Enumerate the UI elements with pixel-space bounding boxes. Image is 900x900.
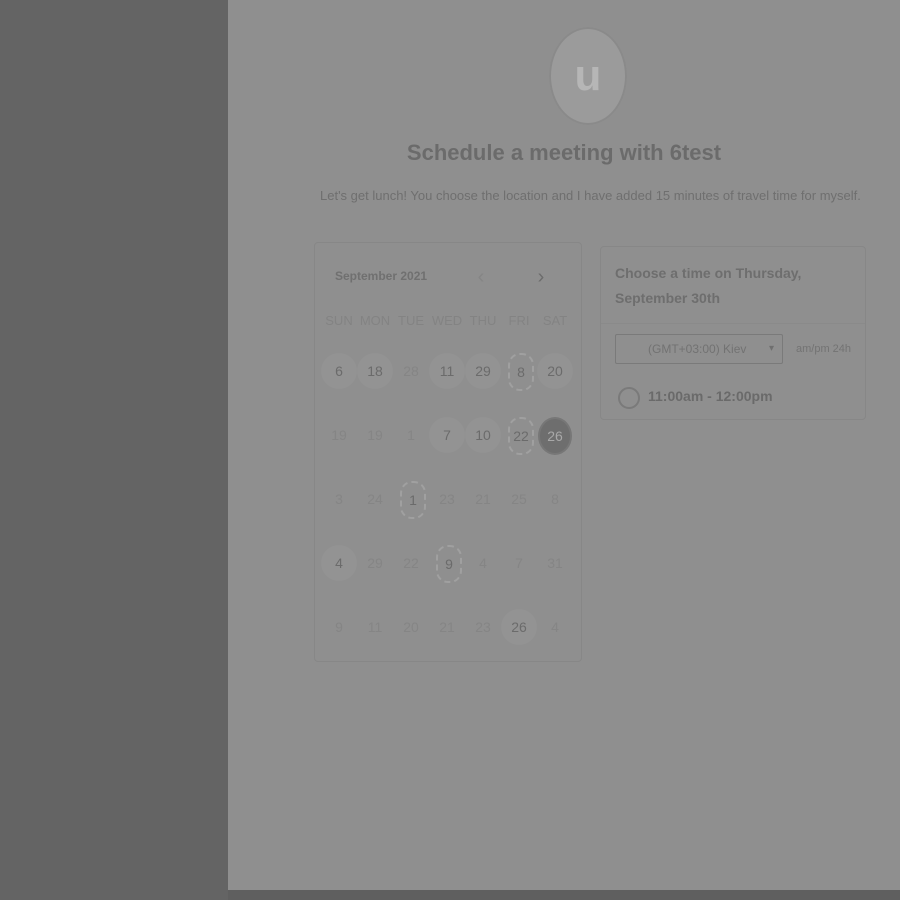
calendar-day: 3 [335, 491, 343, 507]
calendar-day[interactable]: 11 [429, 353, 465, 389]
time-selection-panel: Choose a time on Thursday, September 30t… [600, 246, 866, 420]
calendar-day: 8 [551, 491, 559, 507]
calendar-day: 28 [403, 363, 419, 379]
calendar-days: 6 18 28 11 29 8 20 19 19 1 7 10 22 26 3 24 1 23 21 25 8 4 29 22… [321, 347, 575, 667]
calendar-day[interactable]: 1 [400, 481, 426, 519]
bottom-strip [228, 890, 900, 900]
calendar-day: 19 [331, 427, 347, 443]
calendar-day: 23 [475, 619, 491, 635]
avatar-letter: u [574, 51, 602, 100]
weekday-label: SUN [325, 313, 353, 328]
calendar-day[interactable]: 10 [465, 417, 501, 453]
calendar-day[interactable]: 20 [537, 353, 573, 389]
calendar-day[interactable]: 18 [357, 353, 393, 389]
calendar-day: 9 [335, 619, 343, 635]
calendar-day: 7 [515, 555, 523, 571]
chevron-right-icon[interactable]: › [529, 265, 553, 289]
caret-down-icon: ▾ [768, 343, 774, 354]
calendar-day[interactable]: 26 [501, 609, 537, 645]
calendar: September 2021 ‹ › SUN MON TUE WED THU F… [314, 242, 582, 662]
avatar: u [549, 27, 627, 125]
calendar-day: 21 [439, 619, 455, 635]
calendar-weekdays: SUN MON TUE WED THU FRI SAT [321, 313, 575, 328]
divider [601, 323, 865, 324]
calendar-day[interactable]: 7 [429, 417, 465, 453]
page-title: Schedule a meeting with 6test [406, 140, 722, 165]
weekday-label: TUE [398, 313, 424, 328]
weekday-label: SAT [542, 313, 568, 328]
time-format-toggle[interactable]: am/pm 24h [796, 343, 851, 355]
weekday-label: MON [359, 313, 391, 328]
calendar-day: 22 [403, 555, 419, 571]
calendar-day[interactable]: 8 [508, 353, 534, 391]
calendar-day[interactable]: 6 [321, 353, 357, 389]
weekday-label: THU [469, 313, 497, 328]
calendar-day[interactable]: 9 [436, 545, 462, 583]
meeting-description: Let's get lunch! You choose the location… [320, 188, 861, 203]
weekday-label: FRI [508, 313, 530, 328]
calendar-day[interactable]: 22 [508, 417, 534, 455]
calendar-day: 23 [439, 491, 455, 507]
timezone-select[interactable]: (GMT+03:00) Kiev ▾ [615, 334, 783, 364]
chevron-left-icon[interactable]: ‹ [469, 265, 493, 289]
time-slot-label[interactable]: 11:00am - 12:00pm [648, 388, 773, 404]
calendar-day: 21 [475, 491, 491, 507]
calendar-day: 20 [403, 619, 419, 635]
calendar-day: 4 [479, 555, 487, 571]
calendar-day: 11 [367, 619, 383, 635]
calendar-day-selected[interactable]: 26 [538, 417, 572, 455]
calendar-month-label: September 2021 [335, 269, 428, 283]
calendar-day[interactable]: 29 [465, 353, 501, 389]
calendar-day: 25 [511, 491, 527, 507]
weekday-label: WED [431, 313, 463, 328]
calendar-day: 24 [367, 491, 383, 507]
calendar-day: 31 [547, 555, 563, 571]
calendar-day: 4 [551, 619, 559, 635]
time-panel-heading: Choose a time on Thursday, September 30t… [615, 265, 802, 306]
calendar-day: 19 [367, 427, 383, 443]
time-slot-radio[interactable] [618, 387, 640, 409]
calendar-day[interactable]: 4 [321, 545, 357, 581]
calendar-day: 1 [407, 427, 415, 443]
timezone-value: (GMT+03:00) Kiev [648, 342, 747, 356]
calendar-day: 29 [367, 555, 383, 571]
